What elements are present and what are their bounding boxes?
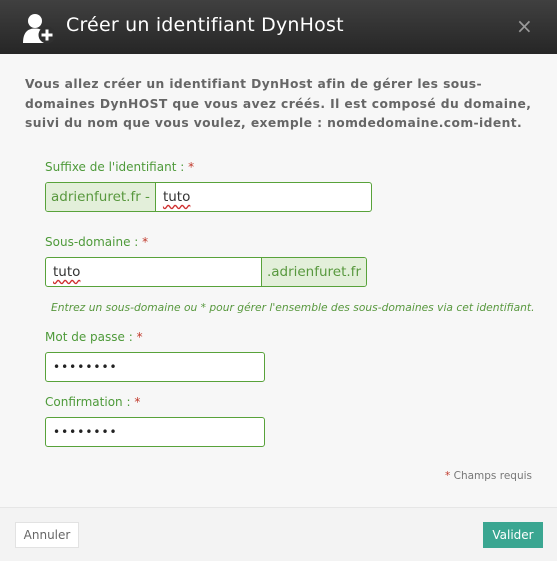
add-user-icon [23,14,56,44]
validate-button[interactable]: Valider [483,522,543,548]
confirmation-input-value: •••••••• [53,425,118,439]
password-label-text: Mot de passe : [45,330,133,344]
suffix-prefix-addon: adrienfuret.fr - [46,183,156,211]
subdomain-label: Sous-domaine : * [45,235,148,249]
suffix-input[interactable]: tuto [156,183,371,211]
dialog-header: Créer un identifiant DynHost × [0,0,557,54]
dialog-body: Vous allez créer un identifiant DynHost … [0,54,557,507]
required-fields-note: * Champs requis [445,470,532,482]
suffix-field: adrienfuret.fr - tuto [45,182,372,212]
subdomain-input[interactable]: tuto [46,258,261,286]
required-fields-text: Champs requis [453,470,532,482]
password-input-value: •••••••• [53,360,118,374]
dialog-title: Créer un identifiant DynHost [66,14,344,36]
subdomain-label-text: Sous-domaine : [45,235,139,249]
suffix-input-value: tuto [162,189,191,205]
dialog-footer: Annuler Valider [0,507,557,561]
required-mark: * [136,330,143,344]
suffix-label-text: Suffixe de l'identifiant : [45,160,185,174]
cancel-button[interactable]: Annuler [15,522,79,548]
required-mark: * [142,235,149,249]
subdomain-hint: Entrez un sous-domaine ou * pour gérer l… [51,301,535,314]
password-label: Mot de passe : * [45,330,143,344]
confirmation-label-text: Confirmation : [45,395,131,409]
confirmation-label: Confirmation : * [45,395,140,409]
required-mark: * [445,470,451,482]
close-icon[interactable]: × [516,16,533,36]
subdomain-field: tuto .adrienfuret.fr [45,257,367,287]
suffix-label: Suffixe de l'identifiant : * [45,160,194,174]
confirmation-field[interactable]: •••••••• [45,417,265,447]
required-mark: * [188,160,195,174]
password-field[interactable]: •••••••• [45,352,265,382]
subdomain-suffix-addon: .adrienfuret.fr [260,258,366,286]
subdomain-input-value: tuto [53,264,81,280]
required-mark: * [134,395,141,409]
intro-text: Vous allez créer un identifiant DynHost … [25,77,532,130]
